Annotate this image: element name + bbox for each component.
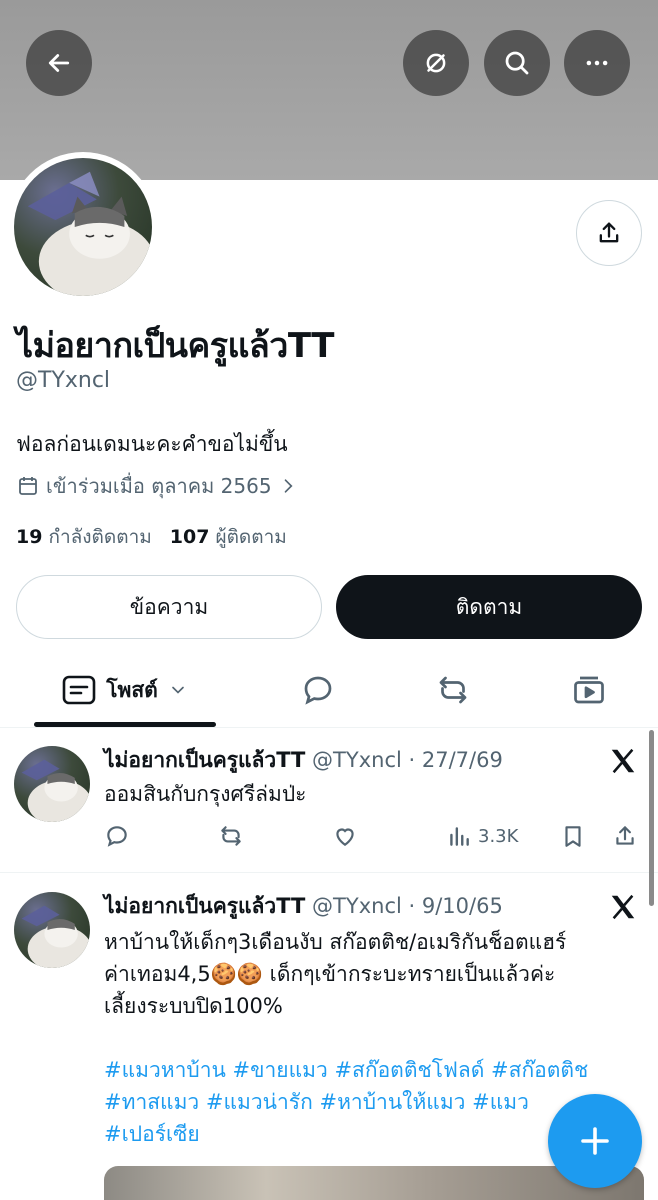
followers-label: ผู้ติดตาม — [215, 526, 287, 548]
tab-posts-label: โพสต์ — [106, 677, 158, 702]
avatar-image — [14, 158, 152, 296]
post-avatar[interactable] — [14, 746, 90, 822]
bookmark-icon — [565, 826, 581, 847]
followers-count: 107 — [169, 526, 210, 548]
post-meta: @TYxncl · 9/10/65 — [312, 894, 503, 918]
share-profile-button[interactable] — [576, 200, 642, 266]
hashtags-line[interactable]: #แมวหาบ้าน #ขายแมว #สก๊อตติชโฟลด์ #สก๊อต… — [104, 1054, 644, 1086]
profile-tabs: โพสต์ — [0, 654, 658, 728]
post-header: ไม่อยากเป็นครูแล้วTT @TYxncl · 27/7/69 — [104, 744, 503, 777]
tab-replies[interactable] — [290, 654, 346, 726]
posts-icon — [62, 675, 96, 705]
search-button[interactable] — [484, 30, 550, 96]
followers-link[interactable]: 107 ผู้ติดตาม — [170, 522, 287, 552]
post-line: ค่าเทอม4,5🍪🍪 เด็กๆเข้ากระบะทรายเป็นแล้วค… — [104, 962, 556, 986]
cat-photo-icon — [21, 905, 90, 968]
post-actions: 3.3K — [104, 818, 644, 854]
back-button[interactable] — [26, 30, 92, 96]
more-button[interactable] — [564, 30, 630, 96]
follow-stats: 19 กำลังติดตาม 107 ผู้ติดตาม — [16, 522, 287, 552]
profile-avatar[interactable] — [8, 152, 158, 302]
repost-icon — [439, 676, 467, 704]
share-post-button[interactable] — [612, 818, 638, 854]
cat-photo-icon — [27, 171, 152, 296]
more-horizontal-icon — [586, 60, 608, 66]
x-logo-icon[interactable] — [608, 746, 638, 776]
message-button[interactable]: ข้อความ — [16, 575, 322, 639]
tab-media[interactable] — [561, 654, 617, 726]
plus-icon — [581, 1127, 609, 1155]
repost-button[interactable] — [218, 818, 244, 854]
following-link[interactable]: 19 กำลังติดตาม — [16, 522, 152, 552]
mute-button[interactable] — [403, 30, 469, 96]
cat-photo-icon — [21, 759, 90, 822]
like-button[interactable] — [332, 818, 358, 854]
active-tab-indicator — [34, 722, 216, 727]
calendar-icon — [19, 477, 37, 495]
tab-reposts[interactable] — [425, 654, 481, 726]
post-divider — [0, 872, 658, 873]
joined-text: เข้าร่วมเมื่อ ตุลาคม 2565 — [46, 474, 272, 498]
bookmark-button[interactable] — [560, 818, 586, 854]
reply-bubble-icon — [304, 676, 332, 705]
repost-icon — [221, 826, 241, 846]
following-count: 19 — [16, 526, 43, 548]
post-line: เลี้ยงระบบปิด100% — [104, 994, 283, 1018]
post-avatar[interactable] — [14, 892, 90, 968]
views-count: 3.3K — [478, 825, 519, 847]
search-icon — [505, 51, 529, 75]
post-meta: @TYxncl · 27/7/69 — [312, 748, 503, 772]
compose-post-button[interactable] — [548, 1094, 642, 1188]
reply-button[interactable] — [104, 818, 130, 854]
chevron-down-icon — [171, 686, 184, 694]
reply-icon — [107, 826, 127, 847]
share-icon — [599, 222, 619, 243]
chevron-right-icon — [284, 479, 293, 493]
post-text: ออมสินกับกรุงศรีล่มป่ะ — [104, 782, 307, 806]
post-author-name[interactable]: ไม่อยากเป็นครูแล้วTT — [104, 894, 305, 918]
views-button[interactable]: 3.3K — [446, 818, 518, 854]
arrow-left-icon — [48, 54, 70, 72]
heart-icon — [336, 828, 354, 846]
following-label: กำลังติดตาม — [48, 526, 152, 548]
tab-posts[interactable]: โพสต์ — [34, 654, 216, 726]
bar-chart-icon — [450, 827, 469, 846]
video-media-icon — [574, 676, 604, 704]
x-logo-icon[interactable] — [608, 892, 638, 922]
post-author-name[interactable]: ไม่อยากเป็นครูแล้วTT — [104, 748, 305, 772]
profile-name: ไม่อยากเป็นครูแล้วTT — [16, 326, 335, 366]
post-header: ไม่อยากเป็นครูแล้วTT @TYxncl · 9/10/65 — [104, 890, 503, 923]
scrollbar[interactable] — [649, 730, 654, 906]
joined-date[interactable]: เข้าร่วมเมื่อ ตุลาคม 2565 — [16, 470, 298, 502]
post-line: หาบ้านให้เด็กๆ3เดือนงับ สก๊อตติช/อเมริกั… — [104, 930, 567, 954]
profile-bio: ฟอลก่อนเดมนะคะคำขอไม่ขึ้น — [16, 432, 288, 456]
profile-handle: @TYxncl — [16, 368, 111, 393]
slashed-circle-icon — [426, 53, 446, 73]
follow-button[interactable]: ติดตาม — [336, 575, 642, 639]
share-icon — [616, 826, 634, 845]
